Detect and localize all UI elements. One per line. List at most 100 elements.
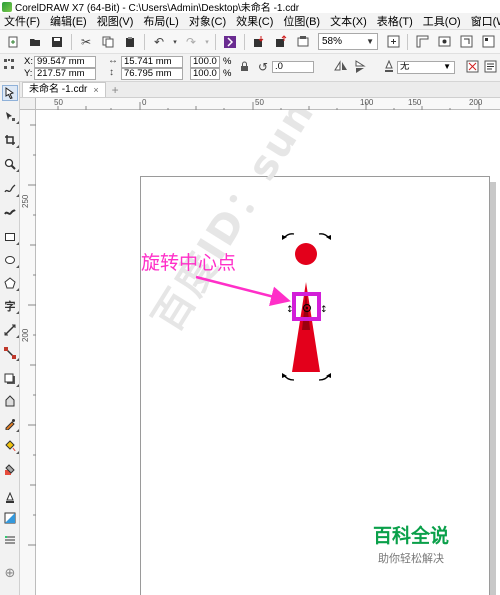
show-rulers-icon[interactable] <box>413 33 431 51</box>
menu-effects[interactable]: 效果(C) <box>231 13 278 29</box>
title-bar: CorelDRAW X7 (64-Bit) - C:\Users\Admin\D… <box>0 0 500 14</box>
crop-tool-icon[interactable] <box>2 132 19 148</box>
menu-layout[interactable]: 布局(L) <box>138 13 183 29</box>
save-icon[interactable] <box>48 33 66 51</box>
rotation-angle-field[interactable]: .0 <box>272 61 314 73</box>
ruler-label: 150 <box>408 98 422 107</box>
artistic-media-tool-icon[interactable] <box>2 205 18 221</box>
scale-y-percent: % <box>223 68 232 79</box>
rotation-center-dot <box>306 307 308 309</box>
toolbar-separator <box>407 33 408 50</box>
ruler-label: 50 <box>255 98 264 107</box>
brand-logo: 百科全说 助你轻松解决 <box>366 521 456 566</box>
zoom-level-value: 58% <box>322 36 343 47</box>
rectangle-tool-icon[interactable] <box>2 229 19 245</box>
transparency-tool-icon[interactable] <box>2 393 18 409</box>
red-circle-shape[interactable] <box>295 243 317 265</box>
drawing-canvas[interactable]: 百度ID：sunnyMelody夏 ↕ ↕ <box>36 110 500 595</box>
convert-to-curves-icon[interactable] <box>466 60 479 76</box>
ruler-corner[interactable] <box>20 98 36 110</box>
close-icon[interactable]: × <box>93 83 98 97</box>
publish-pdf-icon[interactable] <box>294 33 312 51</box>
smart-fill-tool-icon[interactable] <box>2 462 18 478</box>
toolbar-separator <box>71 33 72 50</box>
document-tab-bar: 未命名 -1.cdr × + <box>20 82 500 98</box>
scale-y-field[interactable]: 100.0 <box>190 68 220 80</box>
ellipse-tool-icon[interactable] <box>2 252 19 268</box>
drop-shadow-tool-icon[interactable] <box>2 371 19 387</box>
mirror-vertical-icon[interactable] <box>354 60 366 77</box>
coreldraw-app-icon <box>2 1 12 12</box>
fill-tool-icon[interactable] <box>2 510 18 526</box>
menu-file[interactable]: 文件(F) <box>0 13 45 29</box>
menu-edit[interactable]: 编辑(E) <box>45 13 92 29</box>
import-icon[interactable] <box>250 33 268 51</box>
connector-tool-icon[interactable] <box>2 345 19 361</box>
cut-scissors-icon[interactable]: ✂ <box>77 33 95 51</box>
color-eyedropper-tool-icon[interactable] <box>2 416 19 432</box>
search-content-icon[interactable] <box>221 33 239 51</box>
copy-icon[interactable] <box>99 33 117 51</box>
menu-tools[interactable]: 工具(O) <box>418 13 466 29</box>
height-field[interactable]: 76.795 mm <box>121 68 183 80</box>
add-tab-icon[interactable]: + <box>112 83 119 97</box>
annotation-arrow <box>195 275 291 306</box>
rotate-icon: ↺ <box>258 60 269 74</box>
open-folder-icon[interactable] <box>26 33 44 51</box>
mirror-horizontal-icon[interactable] <box>334 60 348 75</box>
freehand-tool-icon[interactable] <box>2 181 19 197</box>
width-icon: ↔ <box>108 55 118 66</box>
add-tool-icon[interactable]: ⊕ <box>2 565 18 581</box>
undo-icon[interactable]: ↶ <box>150 33 168 51</box>
text-tool-icon[interactable]: 字 <box>2 298 19 314</box>
shape-tool-icon[interactable] <box>2 108 19 124</box>
window-title: CorelDRAW X7 (64-Bit) - C:\Users\Admin\D… <box>15 3 300 14</box>
outline-width-select[interactable]: 无 ▼ <box>397 61 455 74</box>
x-position-field[interactable]: 99.547 mm <box>34 56 96 68</box>
export-icon[interactable] <box>272 33 290 51</box>
y-position-field[interactable]: 217.57 mm <box>34 68 96 80</box>
chevron-down-icon: ▼ <box>443 62 451 71</box>
zoom-level-select[interactable]: 58% ▼ <box>318 33 378 50</box>
new-document-icon[interactable] <box>4 33 22 51</box>
menu-object[interactable]: 对象(C) <box>184 13 231 29</box>
undo-dropdown-icon[interactable]: ▾ <box>172 33 178 51</box>
lock-ratio-icon[interactable] <box>240 61 249 75</box>
redo-icon[interactable]: ↷ <box>182 33 200 51</box>
document-tab-label: 未命名 -1.cdr <box>29 84 88 95</box>
ruler-label: 200 <box>469 98 483 107</box>
redo-dropdown-icon[interactable]: ▾ <box>204 33 210 51</box>
outline-pen-tool-icon[interactable] <box>2 490 18 506</box>
zoom-tool-icon[interactable] <box>2 156 19 172</box>
document-tab[interactable]: 未命名 -1.cdr × <box>22 82 106 97</box>
snap-to-icon[interactable] <box>457 33 475 51</box>
paste-icon[interactable] <box>121 33 139 51</box>
menu-view[interactable]: 视图(V) <box>92 13 139 29</box>
toolbox: 字 ⊕ <box>0 82 20 595</box>
full-screen-icon[interactable] <box>384 33 402 51</box>
menu-bitmaps[interactable]: 位图(B) <box>278 13 325 29</box>
wrap-text-icon[interactable] <box>484 60 497 76</box>
width-field[interactable]: 15.741 mm <box>121 56 183 68</box>
y-position-label: Y: <box>24 68 33 79</box>
object-origin-icon[interactable] <box>3 58 15 73</box>
rotation-center-annotation: 旋转中心点 <box>141 252 237 274</box>
vertical-ruler[interactable]: 250 200 <box>20 110 36 595</box>
ruler-label: 200 <box>21 328 30 342</box>
menu-text[interactable]: 文本(X) <box>325 13 372 29</box>
pick-tool-icon[interactable] <box>2 85 18 101</box>
property-bar: X: 99.547 mm Y: 217.57 mm ↔ 15.741 mm ↕ … <box>0 54 500 82</box>
parallel-dimension-tool-icon[interactable] <box>2 322 19 338</box>
brand-title: 百科全说 <box>372 525 449 547</box>
outline-width-value: 无 <box>400 61 410 72</box>
polygon-tool-icon[interactable] <box>2 275 19 291</box>
horizontal-ruler[interactable]: 50 0 50 100 150 200 <box>36 98 500 110</box>
options-gear-icon[interactable] <box>479 33 497 51</box>
object-manager-icon[interactable] <box>2 532 18 548</box>
view-options-icon[interactable] <box>435 33 453 51</box>
ruler-label: 0 <box>142 98 147 107</box>
menu-window[interactable]: 窗口(W) <box>466 13 500 29</box>
interactive-fill-tool-icon[interactable] <box>2 438 19 454</box>
scale-x-field[interactable]: 100.0 <box>190 56 220 68</box>
menu-table[interactable]: 表格(T) <box>372 13 418 29</box>
